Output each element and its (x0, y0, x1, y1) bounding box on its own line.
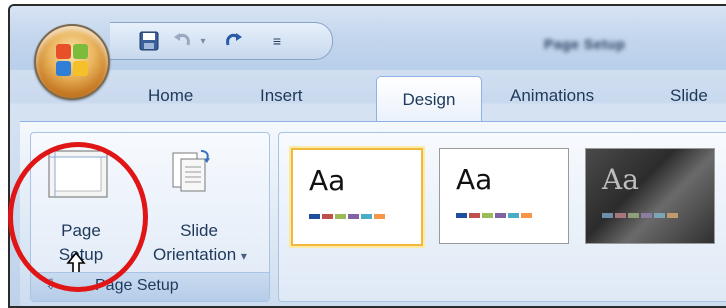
page-margin (0, 0, 8, 295)
theme-color-swatches (456, 213, 532, 218)
customize-qat-button[interactable]: ≡ (268, 29, 286, 53)
slide-orientation-label-line2: Orientation ▾ (153, 245, 265, 265)
redo-icon (226, 33, 242, 46)
office-button[interactable] (34, 24, 110, 100)
slide-orientation-label-line1: Slide (180, 221, 218, 240)
theme-preview-text: Aa (602, 163, 639, 196)
chevron-down-icon: ▾ (200, 35, 206, 47)
undo-button[interactable] (170, 29, 196, 53)
redo-button[interactable] (220, 29, 246, 53)
slide-orientation-icon (172, 150, 210, 192)
highlight-circle (8, 142, 148, 292)
save-button[interactable] (136, 29, 162, 53)
save-icon (139, 31, 159, 51)
window-title: Page Setup (544, 36, 626, 52)
customize-qat-icon: ≡ (272, 33, 282, 49)
theme-color-swatches (602, 213, 678, 218)
theme-color-swatches (309, 214, 385, 219)
theme-thumbnail-dark[interactable]: Aa (585, 148, 715, 244)
title-bar: ▾ ≡ Page Setup (10, 6, 726, 70)
tab-slide-show[interactable]: Slide (670, 86, 708, 106)
chevron-down-icon: ▾ (240, 249, 247, 263)
slide-orientation-button[interactable]: Slide Orientation ▾ (131, 141, 261, 269)
themes-group: Aa Aa Aa (278, 132, 726, 302)
theme-thumbnail-office[interactable]: Aa (291, 148, 423, 246)
tab-animations[interactable]: Animations (510, 86, 594, 106)
tab-home[interactable]: Home (148, 86, 193, 106)
theme-preview-text: Aa (456, 163, 493, 196)
tab-insert[interactable]: Insert (260, 86, 303, 106)
slide-orientation-text: Orientation (153, 245, 237, 264)
theme-preview-text: Aa (309, 164, 346, 197)
undo-dropdown-button[interactable]: ▾ (196, 29, 210, 53)
quick-access-toolbar: ▾ ≡ (110, 22, 333, 60)
theme-thumbnail-plain[interactable]: Aa (439, 148, 569, 244)
undo-icon (174, 33, 190, 46)
tab-design[interactable]: Design (376, 76, 482, 123)
office-logo-icon (56, 44, 88, 76)
